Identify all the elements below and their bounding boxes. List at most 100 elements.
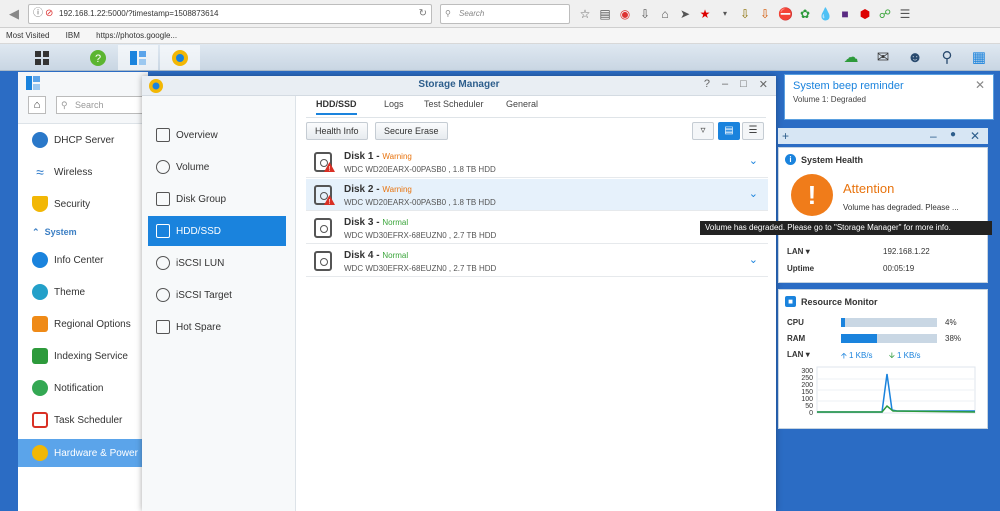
bookmark-ibm[interactable]: IBM (66, 31, 80, 40)
sidebar-item-overview[interactable]: Overview (148, 120, 286, 150)
ext-down-icon[interactable]: ⇩ (758, 7, 772, 21)
control-panel-logo-icon (26, 76, 40, 90)
ext-drop-icon[interactable]: 💧 (818, 7, 833, 21)
sidebar-item-label: Volume (176, 161, 210, 173)
cp-item-indexing[interactable]: Indexing Service (18, 342, 148, 370)
back-icon[interactable]: ◀ (6, 6, 22, 22)
disk-row-4[interactable]: Disk 4 - Normal WDC WD30EFRX-68EUZN0 , 2… (306, 245, 768, 277)
cloud-sync-icon[interactable]: ☁ (840, 47, 862, 69)
sidebar-item-disk-group[interactable]: Disk Group (148, 184, 286, 214)
cp-item-info-center[interactable]: Info Center (18, 246, 148, 274)
minimize-icon[interactable]: – (930, 129, 937, 143)
maximize-icon[interactable]: □ (740, 78, 747, 91)
menu-icon[interactable]: ☰ (898, 7, 912, 21)
chevron-down-icon[interactable]: ⌄ (749, 253, 758, 266)
notification-popup[interactable]: System beep reminder Volume 1: Degraded … (784, 74, 994, 120)
url-bar[interactable]: ⓘ ⊘ 192.168.1.22:5000/?timestamp=1508873… (28, 4, 432, 24)
minimize-icon[interactable]: – (722, 78, 728, 91)
send-icon[interactable]: ➤ (678, 7, 692, 21)
disk-row-2[interactable]: ! Disk 2 - Warning WDC WD20EARX-00PASB0 … (306, 179, 768, 211)
bookmark-most-visited[interactable]: Most Visited (6, 31, 49, 40)
health-info-button[interactable]: Health Info (306, 122, 368, 140)
lan-label[interactable]: LAN ▾ (787, 350, 810, 359)
window-titlebar[interactable]: Storage Manager ? – □ ✕ (142, 76, 776, 96)
storage-manager-taskbar-button[interactable] (160, 45, 200, 70)
user-icon[interactable]: ☻ (904, 47, 926, 69)
sidebar-item-hot-spare[interactable]: Hot Spare (148, 312, 286, 342)
star-icon[interactable]: ☆ (578, 7, 592, 21)
disk-row-3[interactable]: Disk 3 - Normal WDC WD30EFRX-68EUZN0 , 2… (306, 212, 768, 244)
cp-item-security[interactable]: Security (18, 190, 148, 218)
lan-label[interactable]: LAN ▾ (787, 247, 810, 256)
home-button[interactable]: ⌂ (28, 96, 46, 114)
cp-item-label: Regional Options (54, 318, 131, 330)
disk-row-1[interactable]: ! Disk 1 - Warning WDC WD20EARX-00PASB0 … (306, 146, 768, 178)
cp-item-theme[interactable]: Theme (18, 278, 148, 306)
ext-leaf-icon[interactable]: ✿ (798, 7, 812, 21)
tab-hdd-ssd[interactable]: HDD/SSD (316, 99, 357, 115)
control-panel-search[interactable]: ⚲ Search (56, 96, 146, 114)
chart-tick: 50 (805, 403, 813, 410)
sidebar-item-volume[interactable]: Volume (148, 152, 286, 182)
close-icon[interactable]: ✕ (970, 129, 980, 143)
chevron-down-icon: ▾ (805, 350, 810, 359)
browser-search-input[interactable]: ⚲ Search (440, 4, 570, 24)
secure-erase-button[interactable]: Secure Erase (375, 122, 448, 140)
close-icon[interactable]: ✕ (975, 78, 985, 92)
url-text: 192.168.1.22:5000/?timestamp=1508873614 (59, 9, 219, 18)
reload-icon[interactable]: ↻ (419, 5, 427, 23)
dropdown-icon[interactable]: ▾ (718, 7, 732, 21)
cp-item-label: Theme (54, 286, 86, 298)
cp-item-dhcp[interactable]: DHCP Server (18, 126, 148, 154)
close-icon[interactable]: ✕ (759, 78, 768, 91)
sidebar-item-iscsi-target[interactable]: iSCSI Target (148, 280, 286, 310)
detail-view-icon[interactable]: ▤ (718, 122, 740, 140)
ext-block-icon[interactable]: ⛔ (778, 7, 793, 21)
ext-abp-icon[interactable]: ⬢ (858, 7, 872, 21)
widget-bar: + – ● ✕ (778, 128, 988, 144)
pin-icon[interactable]: ● (950, 129, 956, 140)
cp-item-label: Info Center (54, 254, 104, 266)
widgets-icon[interactable]: ▦ (968, 47, 990, 69)
tab-test-scheduler[interactable]: Test Scheduler (424, 99, 484, 109)
chevron-down-icon[interactable]: ⌄ (749, 154, 758, 167)
home-icon[interactable]: ⌂ (658, 7, 672, 21)
bookmark-photos[interactable]: https://photos.google... (96, 31, 177, 40)
pocket-icon[interactable]: ◉ (618, 7, 632, 21)
download-icon[interactable]: ⇩ (638, 7, 652, 21)
chart-tick: 150 (801, 389, 813, 396)
tab-logs[interactable]: Logs (384, 99, 404, 109)
reading-list-icon[interactable]: ▤ (598, 7, 612, 21)
ext-badge-icon[interactable]: ■ (838, 7, 852, 21)
ext-shield-icon[interactable]: ☍ (878, 7, 892, 21)
cp-item-notification[interactable]: Notification (18, 374, 148, 402)
list-view-icon[interactable]: ☰ (742, 122, 764, 140)
package-center-button[interactable]: ? (78, 45, 118, 70)
sidebar-item-hdd-ssd[interactable]: HDD/SSD (148, 216, 286, 246)
disk-status: Normal (382, 218, 409, 227)
hot-spare-icon (156, 320, 170, 334)
add-widget-icon[interactable]: + (782, 129, 789, 143)
chevron-down-icon[interactable]: ⌄ (749, 187, 758, 200)
cp-item-hardware-power[interactable]: Hardware & Power (18, 439, 148, 467)
iscsi-lun-icon (156, 256, 170, 270)
bookmark-star-icon[interactable]: ★ (698, 7, 712, 21)
main-menu-button[interactable] (22, 45, 62, 70)
search-icon[interactable]: ⚲ (936, 47, 958, 69)
storage-sidebar: Overview Volume Disk Group HDD/SSD iSCSI… (142, 96, 296, 511)
browser-extensions: ☆ ▤ ◉ ⇩ ⌂ ➤ ★ ▾ ⇩ ⇩ ⛔ ✿ 💧 ■ ⬢ ☍ ☰ (578, 5, 912, 23)
info-icon[interactable]: ⓘ (33, 5, 43, 23)
sidebar-item-iscsi-lun[interactable]: iSCSI LUN (148, 248, 286, 278)
cp-section-system[interactable]: ⌃ System (18, 224, 148, 240)
filter-icon[interactable]: ▿ (692, 122, 714, 140)
tab-general[interactable]: General (506, 99, 538, 109)
notifications-icon[interactable]: ✉ (872, 47, 894, 69)
svg-text:!: ! (329, 199, 331, 205)
cp-item-wireless[interactable]: ≈ Wireless (18, 158, 148, 186)
control-panel-header: ⌂ ⚲ Search (18, 72, 148, 124)
control-panel-taskbar-button[interactable] (118, 45, 158, 70)
help-icon[interactable]: ? (704, 78, 710, 91)
ext-arrow-icon[interactable]: ⇩ (738, 7, 752, 21)
cp-item-regional[interactable]: Regional Options (18, 310, 148, 338)
cp-item-task-scheduler[interactable]: Task Scheduler (18, 406, 148, 434)
